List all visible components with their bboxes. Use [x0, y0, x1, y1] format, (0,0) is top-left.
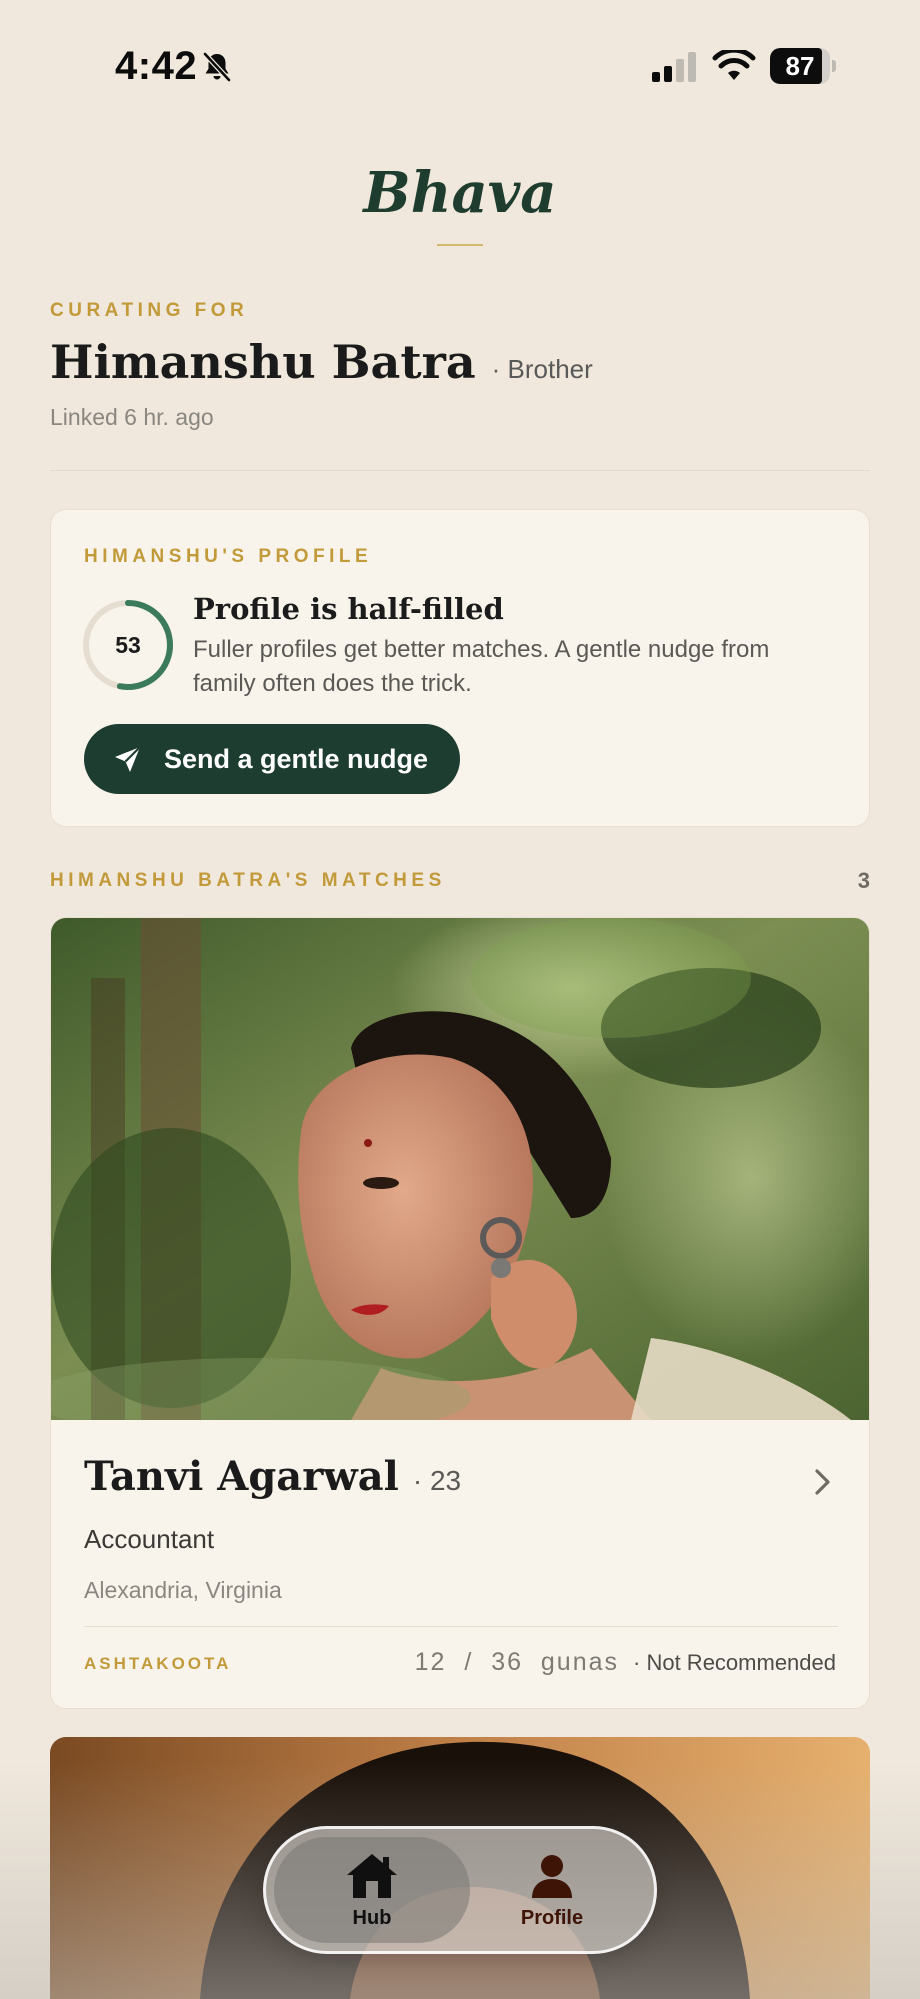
profile-completion-card: HIMANSHU'S PROFILE 53 Profile is half-fi… — [50, 509, 870, 827]
gunas-score-row: 12 / 36 gunas · Not Recommended — [415, 1648, 836, 1677]
profile-status-description: Fuller profiles get better matches. A ge… — [193, 636, 770, 697]
curating-label: CURATING FOR — [50, 300, 249, 321]
tab-profile[interactable]: Profile — [454, 1837, 650, 1943]
tab-profile-label: Profile — [520, 1906, 584, 1929]
app-title: Bhava — [363, 160, 557, 226]
section-divider — [50, 470, 870, 471]
tab-hub[interactable]: Hub — [274, 1837, 470, 1943]
curated-person: Himanshu Batra · Brother — [50, 335, 593, 389]
match-name: Tanvi Agarwal — [84, 1453, 399, 1500]
battery-level: 87 — [785, 51, 815, 81]
gunas-score: 12 / 36 gunas — [414, 1648, 620, 1676]
title-underline — [437, 244, 483, 246]
matches-title: HIMANSHU BATRA'S MATCHES — [50, 870, 446, 891]
chevron-right-icon[interactable] — [811, 1466, 835, 1498]
profile-card-label: HIMANSHU'S PROFILE — [84, 546, 373, 567]
match-occupation: Accountant — [84, 1524, 215, 1554]
ashtakoota-label: ASHTAKOOTA — [84, 1654, 232, 1673]
bell-muted-icon — [203, 52, 231, 82]
person-name: Himanshu Batra — [50, 335, 476, 389]
match-photo — [51, 918, 869, 1420]
profile-status-title: Profile is half-filled — [193, 592, 504, 626]
home-icon — [347, 1853, 397, 1898]
match-age: · 23 — [412, 1465, 462, 1496]
wifi-icon — [712, 50, 756, 80]
status-bar: 4:42 87 — [0, 40, 920, 90]
match-card[interactable]: Tanvi Agarwal · 23 Accountant Alexandria… — [50, 917, 870, 1709]
battery-icon: 87 — [770, 48, 836, 84]
match-divider — [84, 1626, 838, 1627]
send-nudge-button[interactable]: Send a gentle nudge — [84, 724, 460, 794]
match-location: Alexandria, Virginia — [84, 1577, 282, 1603]
signal-icon — [652, 52, 696, 82]
person-relation: · Brother — [491, 354, 593, 384]
matches-header: HIMANSHU BATRA'S MATCHES 3 — [50, 868, 870, 894]
person-icon — [532, 1854, 572, 1898]
linked-time: Linked 6 hr. ago — [50, 404, 214, 430]
tab-bar: Hub Profile — [263, 1826, 657, 1954]
match-recommendation: · Not Recommended — [633, 1650, 836, 1675]
matches-count: 3 — [857, 868, 870, 893]
match-name-row: Tanvi Agarwal · 23 — [84, 1453, 461, 1500]
send-icon — [115, 746, 141, 772]
send-nudge-label: Send a gentle nudge — [164, 743, 429, 774]
progress-value: 53 — [115, 632, 141, 658]
status-time: 4:42 — [115, 44, 198, 88]
tab-hub-label: Hub — [352, 1906, 392, 1929]
